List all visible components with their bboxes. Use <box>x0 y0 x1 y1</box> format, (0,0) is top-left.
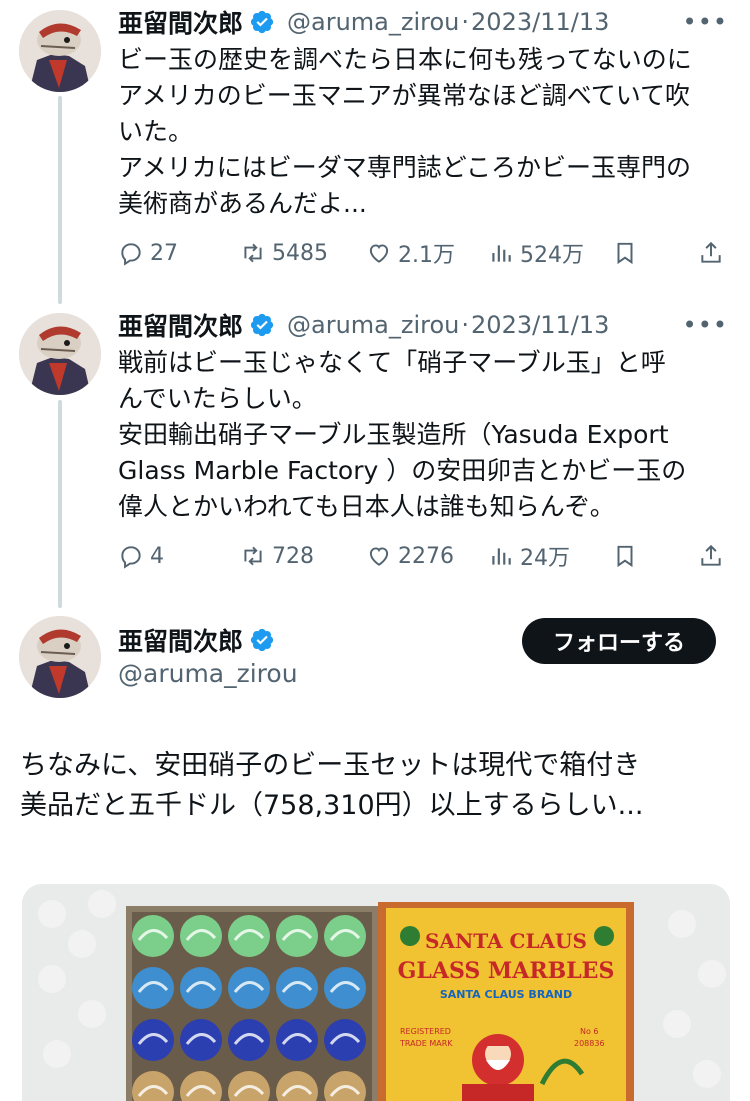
avatar[interactable] <box>19 616 101 698</box>
more-icon[interactable]: ••• <box>683 311 728 339</box>
share-button[interactable] <box>698 240 730 266</box>
marble <box>276 1019 318 1061</box>
tweet-text: ビー玉の歴史を調べたら日本に何も残ってないのに アメリカのビー玉マニアが異常なほ… <box>118 45 692 218</box>
avatar[interactable] <box>19 10 101 92</box>
marble <box>180 915 222 957</box>
main-author-name: 亜留間次郎 <box>118 622 275 658</box>
views-button[interactable]: 524万 <box>488 237 612 269</box>
repost-button[interactable]: 5485 <box>240 240 366 266</box>
bookmark-icon <box>617 545 633 568</box>
repost-count: 728 <box>272 543 314 569</box>
box-serial: 208836 <box>574 1039 605 1048</box>
like-count: 2.1万 <box>398 243 455 268</box>
tweet-date[interactable]: 2023/11/13 <box>471 8 609 36</box>
separator: · <box>461 311 470 339</box>
marble <box>228 915 270 957</box>
repost-icon <box>244 546 262 566</box>
reply-icon <box>121 243 141 266</box>
author-handle[interactable]: @aruma_zirou <box>287 311 459 339</box>
marble <box>228 967 270 1009</box>
marble <box>132 967 174 1009</box>
tweet-text: 戦前はビー玉じゃなくて「硝子マーブル玉」と呼 んでいたらしい。 安田輸出硝子マー… <box>118 348 687 521</box>
tweet-image[interactable]: SANTA CLAUS GLASS MARBLES SANTA CLAUS BR… <box>22 884 730 1101</box>
marble <box>324 967 366 1009</box>
tweet-actions: 27 5485 2.1万 524万 <box>118 236 730 270</box>
bookmark-button[interactable] <box>612 543 694 569</box>
box-registered: REGISTERED <box>400 1027 451 1036</box>
box-title-1: SANTA CLAUS <box>425 929 587 953</box>
verified-icon <box>249 312 275 338</box>
bookmark-button[interactable] <box>612 240 694 266</box>
repost-count: 5485 <box>272 240 328 266</box>
box-trademark: TRADE MARK <box>399 1039 453 1048</box>
separator: · <box>461 8 470 36</box>
marble <box>180 967 222 1009</box>
bookmark-icon <box>617 242 633 265</box>
repost-button[interactable]: 728 <box>240 543 366 569</box>
like-icon <box>369 244 389 263</box>
views-button[interactable]: 24万 <box>488 540 612 572</box>
more-icon[interactable]: ••• <box>683 8 728 36</box>
tweet-text: ちなみに、安田硝子のビー玉セットは現代で箱付き 美品だと五千ドル（758,310… <box>20 750 644 821</box>
share-icon <box>701 544 721 566</box>
share-icon <box>701 241 721 263</box>
tweet-date[interactable]: 2023/11/13 <box>471 311 609 339</box>
reply-button[interactable]: 4 <box>118 543 240 569</box>
marble <box>324 915 366 957</box>
marble <box>324 1019 366 1061</box>
marble <box>132 1019 174 1061</box>
author-name[interactable]: 亜留間次郎 <box>118 4 243 40</box>
author-handle[interactable]: @aruma_zirou <box>287 8 459 36</box>
author-name[interactable]: 亜留間次郎 <box>118 307 243 343</box>
author-name[interactable]: 亜留間次郎 <box>118 622 243 658</box>
verified-icon <box>249 9 275 35</box>
views-icon <box>492 548 511 565</box>
views-count: 24万 <box>520 546 570 571</box>
repost-icon <box>244 243 262 263</box>
like-button[interactable]: 2.1万 <box>366 237 488 269</box>
marble <box>276 967 318 1009</box>
reply-count: 4 <box>150 543 164 569</box>
box-number: No 6 <box>580 1027 599 1036</box>
author-handle[interactable]: @aruma_zirou <box>118 659 298 688</box>
marble <box>228 1019 270 1061</box>
tweet-header: 亜留間次郎 @aruma_zirou · 2023/11/13 <box>118 4 609 40</box>
tweet-actions: 4 728 2276 24万 <box>118 539 730 573</box>
marble <box>276 915 318 957</box>
verified-icon <box>249 627 275 653</box>
marble <box>132 915 174 957</box>
marble-box-photo: SANTA CLAUS GLASS MARBLES SANTA CLAUS BR… <box>22 884 730 1101</box>
marble <box>180 1019 222 1061</box>
like-icon <box>369 547 389 566</box>
box-title-2: GLASS MARBLES <box>398 958 615 984</box>
like-count: 2276 <box>398 543 454 569</box>
reply-icon <box>121 546 141 569</box>
reply-button[interactable]: 27 <box>118 240 240 266</box>
follow-button[interactable]: フォローする <box>522 618 716 664</box>
thread-line <box>58 96 62 304</box>
views-count: 524万 <box>520 243 584 268</box>
reply-count: 27 <box>150 240 178 266</box>
avatar[interactable] <box>19 313 101 395</box>
like-button[interactable]: 2276 <box>366 543 488 569</box>
share-button[interactable] <box>698 543 730 569</box>
views-icon <box>492 245 511 262</box>
thread-line <box>58 400 62 608</box>
tweet-header: 亜留間次郎 @aruma_zirou · 2023/11/13 <box>118 307 609 343</box>
box-brand: SANTA CLAUS BRAND <box>440 988 572 1001</box>
